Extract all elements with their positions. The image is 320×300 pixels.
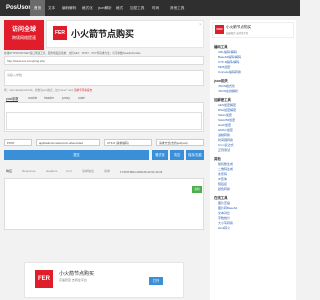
sidebar-link[interactable]: HMAC加密 — [218, 128, 233, 132]
sidebar-link[interactable]: 时间戳转换 — [218, 138, 233, 142]
sidebar-link[interactable]: RSA加密解密 — [218, 108, 236, 112]
method-select[interactable]: POST — [4, 139, 32, 146]
tab-request-info[interactable]: 请求信息 — [82, 169, 94, 173]
tab-proxy[interactable]: proxy — [62, 96, 70, 100]
tab-request[interactable]: 请求 — [104, 169, 110, 173]
promo-ad-red[interactable]: 访问全球 跨境网络提速 — [4, 20, 44, 50]
bottom-ad-title: 小火箭节点购买 — [59, 271, 95, 277]
tab-cookie[interactable]: cookie — [28, 96, 37, 100]
sidebar-link[interactable]: UTF-8编码/解码 — [218, 60, 239, 64]
tab-curl[interactable]: Curl — [66, 169, 72, 173]
bottom-ad-subtitle: 高速稳定 支持全平台 — [59, 278, 87, 282]
sidebar-section-title: 在线工具 — [214, 196, 228, 200]
params-textarea[interactable]: 请输入参数 — [4, 70, 204, 86]
tab-headers[interactable]: Headers — [46, 169, 57, 173]
copy-button[interactable]: 复制 — [192, 186, 202, 193]
request-mode-select[interactable]: 请求方式(支持get/post) — [156, 139, 204, 146]
clear-button[interactable]: 清空 — [170, 150, 184, 160]
hint-red-link[interactable]: 请求字符串提交 — [74, 89, 92, 92]
sidebar-link[interactable]: AES加密解密 — [218, 103, 236, 107]
promo-ad-line1: 访问全球 — [11, 27, 36, 33]
fer-logo: FER — [35, 270, 53, 288]
sidebar-link[interactable]: SHA256加密 — [218, 118, 235, 122]
sidebar-link[interactable]: Hash加密 — [218, 123, 231, 127]
banner-ad[interactable]: FER 小火箭节点购买 x — [46, 20, 204, 48]
tab-response-raw[interactable]: Response — [22, 169, 36, 173]
promo-ad-line2: 跨境网络提速 — [12, 35, 36, 40]
nav-item-crypto[interactable]: 加密工具 — [130, 0, 144, 16]
sidebar-section-title: 编码工具 — [214, 45, 228, 49]
close-icon[interactable]: x — [200, 22, 202, 26]
params-hint: 例：user=abc&pwd=123，参数为json格式，如{"name":"a… — [4, 88, 204, 92]
sidebar-link[interactable]: IP查询 — [218, 177, 227, 181]
hint-text: 例：user=abc&pwd=123，参数为json格式，如{"name":"a… — [4, 89, 74, 92]
sidebar-ad-subtitle: 高速稳定 支持全平台 — [226, 32, 249, 35]
tab-response[interactable]: 响应 — [6, 169, 12, 173]
sidebar-link[interactable]: 文本对比 — [218, 211, 230, 215]
bottom-ad[interactable]: FER 小火箭节点购买 高速稳定 支持全平台 打开 — [24, 262, 184, 298]
site-logo[interactable]: PosUson — [6, 4, 32, 12]
content-type-select[interactable]: application/x-www-form-urlencoded — [36, 139, 100, 146]
charset-select[interactable]: UTF-8 (请求编码) — [104, 139, 152, 146]
nav-item-json[interactable]: json解析 — [98, 0, 112, 16]
submit-button[interactable]: 提交 — [4, 150, 149, 160]
nav-item-other[interactable]: 其他工具 — [170, 0, 184, 16]
sidebar-ad-title: 小火箭节点购买 — [226, 25, 252, 29]
tab-header[interactable]: header — [44, 96, 54, 100]
sidebar-ad[interactable]: FER 小火箭节点购买 高速稳定 支持全平台 — [212, 22, 294, 38]
nav-item-style[interactable]: 格式 — [116, 0, 123, 16]
sidebar-section-title: 其他 — [214, 157, 221, 161]
url-input[interactable]: http://www.xxx.com/ping.php — [4, 56, 204, 65]
sidebar-link[interactable]: SHA1加密 — [218, 113, 232, 117]
sidebar-link[interactable]: JSON在线解析 — [218, 89, 238, 93]
sidebar-link[interactable]: 大小写转换 — [218, 221, 233, 225]
sidebar-section-title: 加解密工具 — [214, 98, 231, 102]
sidebar-link[interactable]: 颜色转换 — [218, 187, 230, 191]
response-panel — [4, 178, 204, 230]
request-body-textarea[interactable] — [6, 112, 202, 130]
nav-item-encode[interactable]: 编码解码 — [62, 0, 76, 16]
nav-item-home[interactable]: 首页 — [30, 0, 46, 16]
sidebar-link[interactable]: URL编码/解码 — [218, 50, 237, 54]
sidebar-link[interactable]: 随机数生成 — [218, 162, 233, 166]
sidebar-section-title: json相关 — [214, 79, 228, 83]
tool-description: 在线HTTP/POST/GET接口测试工具，服务端发送请求，支持GET、POST… — [4, 52, 141, 55]
fer-logo: FER — [215, 25, 224, 34]
save-button[interactable]: 保存/加载 — [186, 150, 204, 160]
banner-ad-title: 小火箭节点购买 — [71, 29, 135, 39]
sidebar-link[interactable]: 正则测试 — [218, 148, 230, 152]
nav-item-time[interactable]: 时间 — [152, 0, 159, 16]
open-button[interactable]: 打开 — [149, 277, 163, 285]
sidebar-link[interactable]: MD5加密 — [218, 65, 230, 69]
sidebar-link[interactable]: 图片转Base64 — [218, 206, 237, 210]
format-button[interactable]: 格式化 — [152, 150, 168, 160]
sidebar-link[interactable]: JSON格式化 — [218, 84, 235, 88]
sidebar-link[interactable]: 图片压缩 — [218, 201, 230, 205]
nav-item-format[interactable]: 格式化 — [82, 0, 93, 16]
nav-item-text[interactable]: 文本 — [48, 0, 55, 16]
sidebar-link[interactable]: Unicode编码转换 — [218, 70, 241, 74]
sidebar-link[interactable]: 进制转换 — [218, 133, 230, 137]
fer-logo: FER — [53, 26, 67, 40]
sidebar-link[interactable]: 条形码 — [218, 172, 227, 176]
sidebar-link[interactable]: Html转义 — [218, 226, 230, 230]
sidebar-link[interactable]: Base64编码/解码 — [218, 55, 241, 59]
sidebar-link[interactable]: Cron表达式 — [218, 143, 234, 147]
sidebar-link[interactable]: 短链接 — [218, 182, 227, 186]
response-timestamp: 1747673604 2025-05-20 01:33:24 — [120, 170, 163, 174]
tab-code[interactable]: code — [78, 96, 85, 100]
sidebar-link[interactable]: 二维码生成 — [218, 167, 233, 171]
sidebar-link[interactable]: 字数统计 — [218, 216, 230, 220]
